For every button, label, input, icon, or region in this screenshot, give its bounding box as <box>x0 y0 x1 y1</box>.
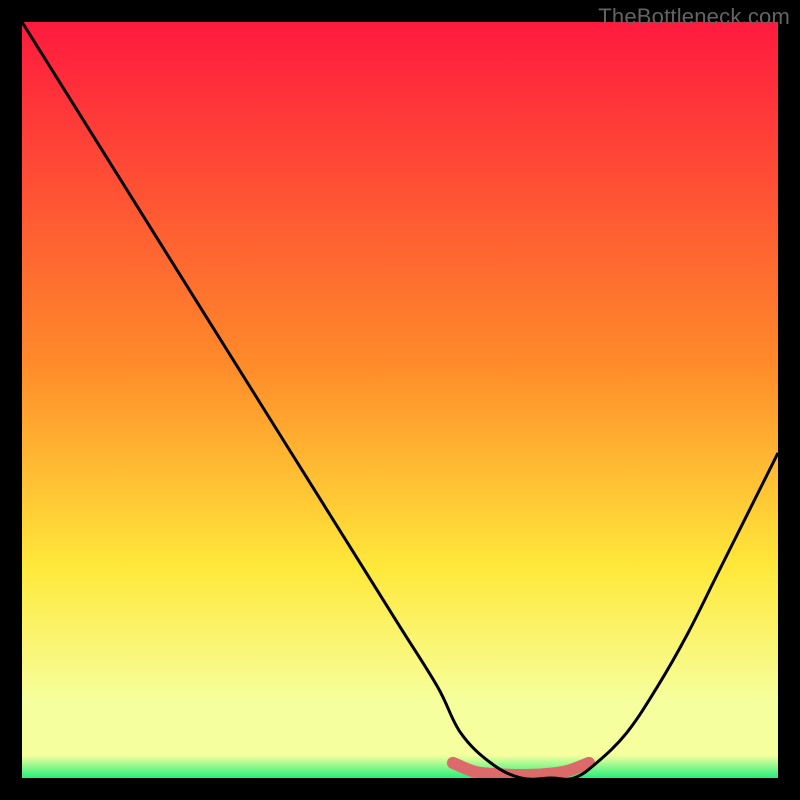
watermark-text: TheBottleneck.com <box>598 4 790 30</box>
gradient-background <box>22 22 778 778</box>
plot-svg <box>22 22 778 778</box>
plot-area <box>22 22 778 778</box>
chart-frame: TheBottleneck.com <box>0 0 800 800</box>
